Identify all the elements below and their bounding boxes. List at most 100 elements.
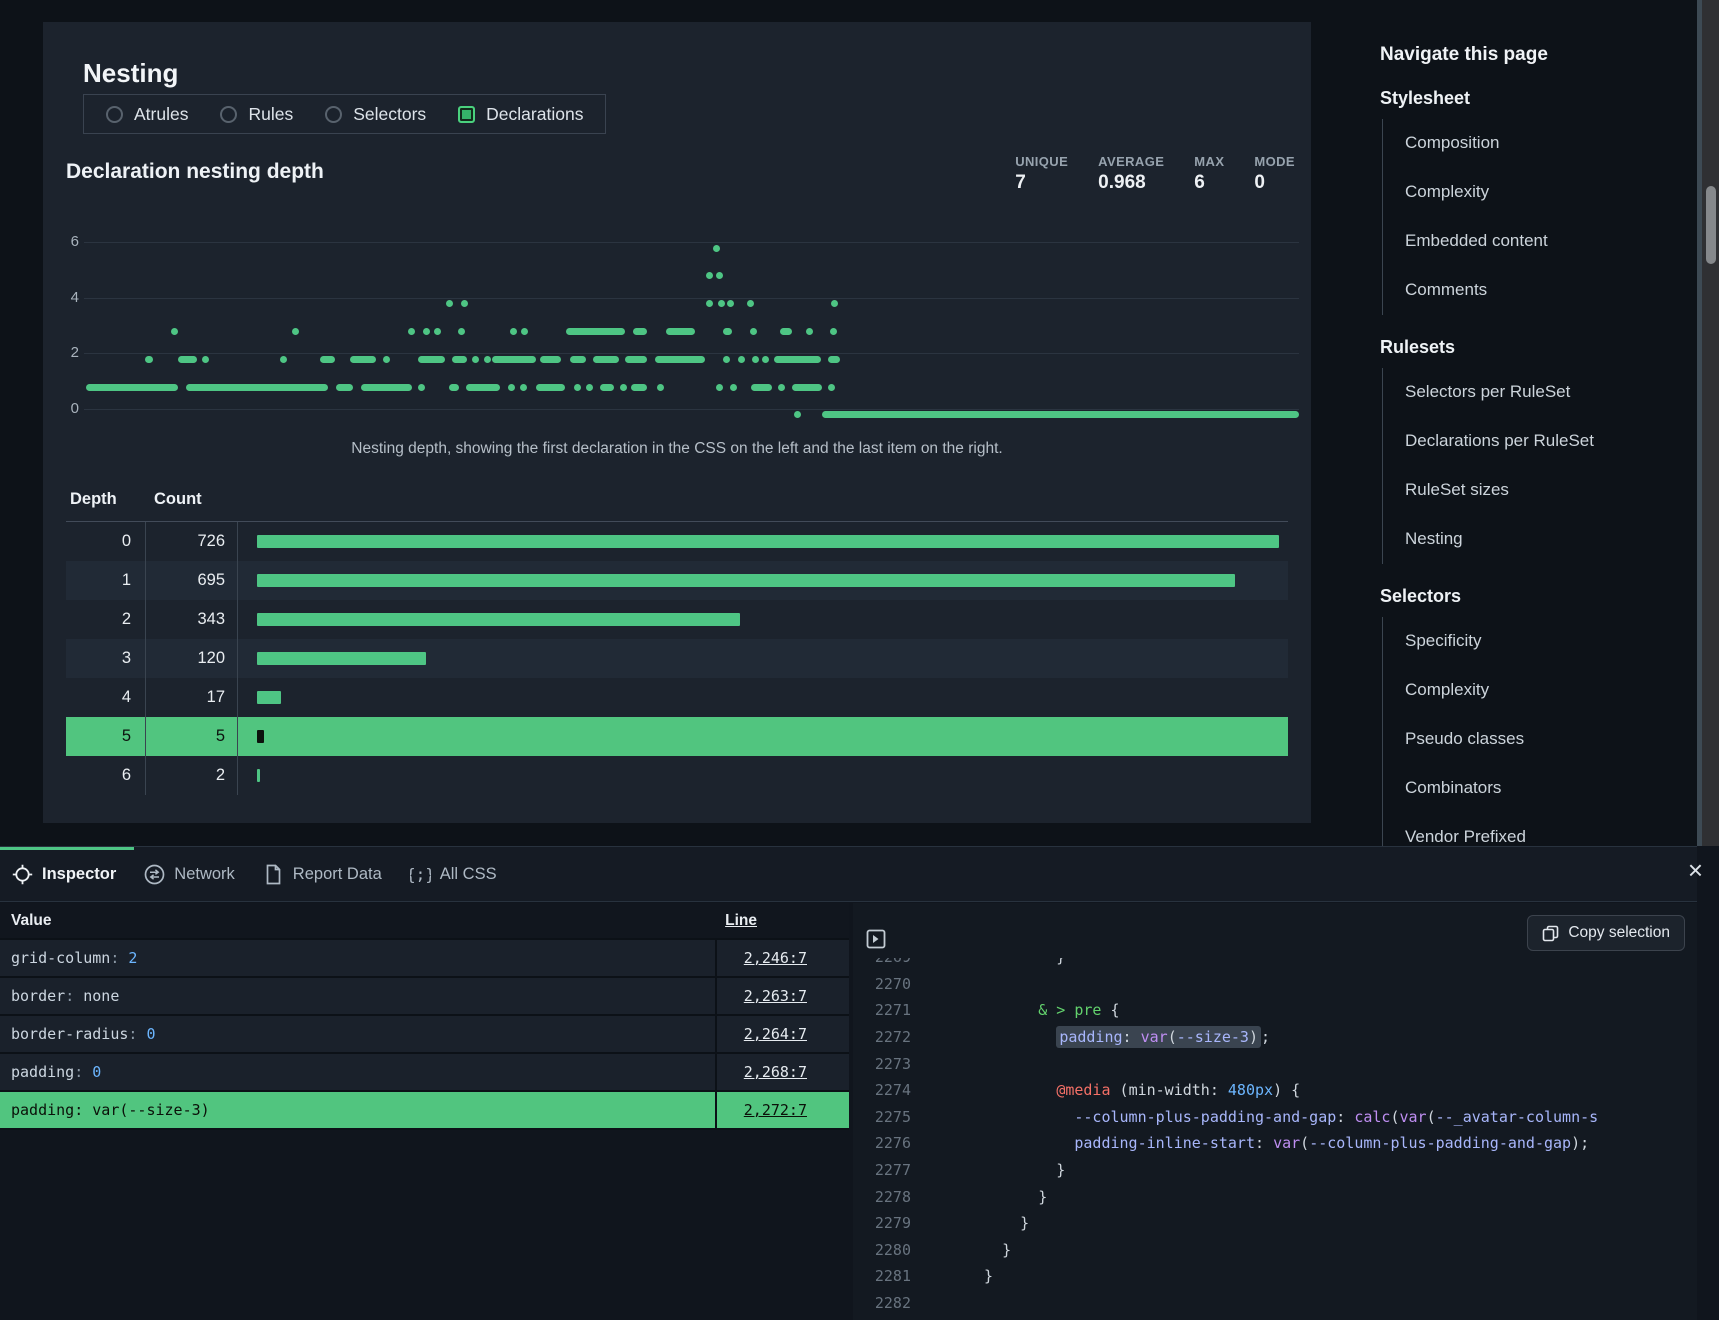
chart-data-segment bbox=[586, 384, 593, 391]
code-text: @media (min-width: 480px) { bbox=[966, 1081, 1300, 1099]
chart-data-segment bbox=[202, 356, 209, 363]
value-table-panel: Value Line grid-column: 22,246:7border: … bbox=[0, 903, 849, 1320]
table-row[interactable]: 62 bbox=[66, 756, 1288, 795]
sidebar-item-combinators[interactable]: Combinators bbox=[1383, 764, 1680, 813]
copy-icon bbox=[1542, 925, 1559, 942]
code-token: ( bbox=[1168, 1028, 1177, 1046]
sidebar-item-nesting[interactable]: Nesting bbox=[1383, 515, 1680, 564]
page-navigation-sidebar: Navigate this page StylesheetComposition… bbox=[1380, 44, 1680, 862]
table-row[interactable]: 417 bbox=[66, 678, 1288, 717]
code-scroll-area[interactable]: 2269 }22702271 & > pre {2272 padding: va… bbox=[853, 958, 1697, 1320]
radio-icon bbox=[458, 106, 475, 123]
value-table-row[interactable]: border-radius: 02,264:7 bbox=[0, 1016, 849, 1054]
sidebar-item-specificity[interactable]: Specificity bbox=[1383, 617, 1680, 666]
tab-all-css[interactable]: {;}All CSS bbox=[410, 864, 497, 885]
copy-selection-button[interactable]: Copy selection bbox=[1527, 915, 1685, 951]
line-number: 2279 bbox=[853, 1214, 911, 1232]
section-title: Declaration nesting depth bbox=[66, 160, 324, 184]
table-row[interactable]: 3120 bbox=[66, 639, 1288, 678]
depth-cell: 6 bbox=[66, 756, 146, 795]
code-line: 2277 } bbox=[853, 1157, 1697, 1184]
sidebar-item-complexity[interactable]: Complexity bbox=[1383, 666, 1680, 715]
chart-data-segment bbox=[730, 384, 737, 391]
chart-data-segment bbox=[738, 356, 745, 363]
sidebar-group-items: SpecificityComplexityPseudo classesCombi… bbox=[1382, 617, 1680, 862]
code-token: var bbox=[1141, 1028, 1168, 1046]
line-column-header[interactable]: Line bbox=[715, 912, 849, 930]
depth-column-header: Depth bbox=[66, 490, 146, 509]
code-viewer: 2269 }22702271 & > pre {2272 padding: va… bbox=[853, 903, 1697, 1320]
bar-cell bbox=[238, 652, 1288, 665]
table-row[interactable]: 55 bbox=[66, 717, 1288, 756]
nesting-scatter-chart: 6420 bbox=[66, 227, 1299, 427]
line-link[interactable]: 2,268:7 bbox=[744, 1063, 807, 1081]
code-token: & > pre bbox=[966, 1001, 1111, 1019]
value-table-row[interactable]: padding: var(--size-3) 2,272:7 bbox=[0, 1092, 849, 1130]
sidebar-item-pseudo-classes[interactable]: Pseudo classes bbox=[1383, 715, 1680, 764]
code-token: --size-3 bbox=[1177, 1028, 1249, 1046]
chart-data-segment bbox=[171, 328, 178, 335]
sidebar-item-complexity[interactable]: Complexity bbox=[1383, 168, 1680, 217]
code-token: 480px bbox=[1228, 1081, 1273, 1099]
code-token: } bbox=[966, 958, 1065, 966]
chart-data-segment bbox=[625, 356, 647, 363]
code-token: ( bbox=[1111, 1081, 1129, 1099]
tab-report-data[interactable]: Report Data bbox=[263, 864, 382, 885]
chart-data-segment bbox=[280, 356, 287, 363]
tab-inspector[interactable]: Inspector bbox=[12, 864, 116, 885]
chart-data-segment bbox=[361, 384, 412, 391]
value-token: 2 bbox=[128, 949, 137, 967]
chart-data-segment bbox=[718, 300, 725, 307]
declaration-value: padding: var(--size-3) bbox=[0, 1092, 715, 1128]
chart-data-segment bbox=[350, 356, 376, 363]
sidebar-item-comments[interactable]: Comments bbox=[1383, 266, 1680, 315]
y-axis-tick-label: 6 bbox=[66, 233, 79, 250]
bar-cell bbox=[238, 574, 1288, 587]
sidebar-item-embedded-content[interactable]: Embedded content bbox=[1383, 217, 1680, 266]
line-link[interactable]: 2,263:7 bbox=[744, 987, 807, 1005]
bar-cell bbox=[238, 691, 1288, 704]
radio-option-rules[interactable]: Rules bbox=[220, 104, 293, 125]
sidebar-group-selectors: Selectors bbox=[1380, 586, 1680, 607]
close-icon[interactable]: × bbox=[1688, 857, 1703, 883]
line-link[interactable]: 2,272:7 bbox=[744, 1101, 807, 1119]
code-text: } bbox=[966, 1161, 1065, 1179]
bar-cell bbox=[238, 730, 1288, 743]
chart-data-segment bbox=[633, 328, 646, 335]
code-token: min-width bbox=[1129, 1081, 1210, 1099]
chart-data-segment bbox=[747, 300, 754, 307]
radio-option-selectors[interactable]: Selectors bbox=[325, 104, 426, 125]
stat-label: UNIQUE bbox=[1015, 154, 1068, 169]
radio-option-atrules[interactable]: Atrules bbox=[106, 104, 188, 125]
table-row[interactable]: 0726 bbox=[66, 522, 1288, 561]
line-number: 2269 bbox=[853, 958, 911, 966]
page-scrollbar-thumb[interactable] bbox=[1706, 186, 1716, 264]
table-row[interactable]: 2343 bbox=[66, 600, 1288, 639]
code-text: padding: var(--size-3); bbox=[966, 1028, 1270, 1046]
sidebar-item-declarations-per-ruleset[interactable]: Declarations per RuleSet bbox=[1383, 417, 1680, 466]
sidebar-item-selectors-per-ruleset[interactable]: Selectors per RuleSet bbox=[1383, 368, 1680, 417]
value-table-row[interactable]: border: none2,263:7 bbox=[0, 978, 849, 1016]
chart-data-segment bbox=[186, 384, 328, 391]
value-table-row[interactable]: padding: 02,268:7 bbox=[0, 1054, 849, 1092]
nesting-panel: Nesting AtrulesRulesSelectorsDeclaration… bbox=[43, 22, 1311, 823]
chart-data-segment bbox=[472, 356, 479, 363]
chart-data-segment bbox=[806, 328, 813, 335]
depth-table-header: Depth Count bbox=[66, 490, 1288, 522]
radio-option-declarations[interactable]: Declarations bbox=[458, 104, 583, 125]
sidebar-item-ruleset-sizes[interactable]: RuleSet sizes bbox=[1383, 466, 1680, 515]
chart-data-segment bbox=[292, 328, 299, 335]
line-link[interactable]: 2,264:7 bbox=[744, 1025, 807, 1043]
table-row[interactable]: 1695 bbox=[66, 561, 1288, 600]
y-axis-tick-label: 2 bbox=[66, 344, 79, 361]
sidebar-item-composition[interactable]: Composition bbox=[1383, 119, 1680, 168]
chart-data-segment bbox=[706, 300, 713, 307]
line-link[interactable]: 2,246:7 bbox=[744, 949, 807, 967]
chart-data-segment bbox=[774, 356, 821, 363]
value-table-header: Value Line bbox=[0, 903, 849, 940]
tab-network[interactable]: Network bbox=[144, 864, 235, 885]
chart-data-segment bbox=[828, 356, 840, 363]
panel-toggle-button[interactable] bbox=[864, 927, 888, 951]
stat-label: MAX bbox=[1194, 154, 1224, 169]
value-table-row[interactable]: grid-column: 22,246:7 bbox=[0, 940, 849, 978]
